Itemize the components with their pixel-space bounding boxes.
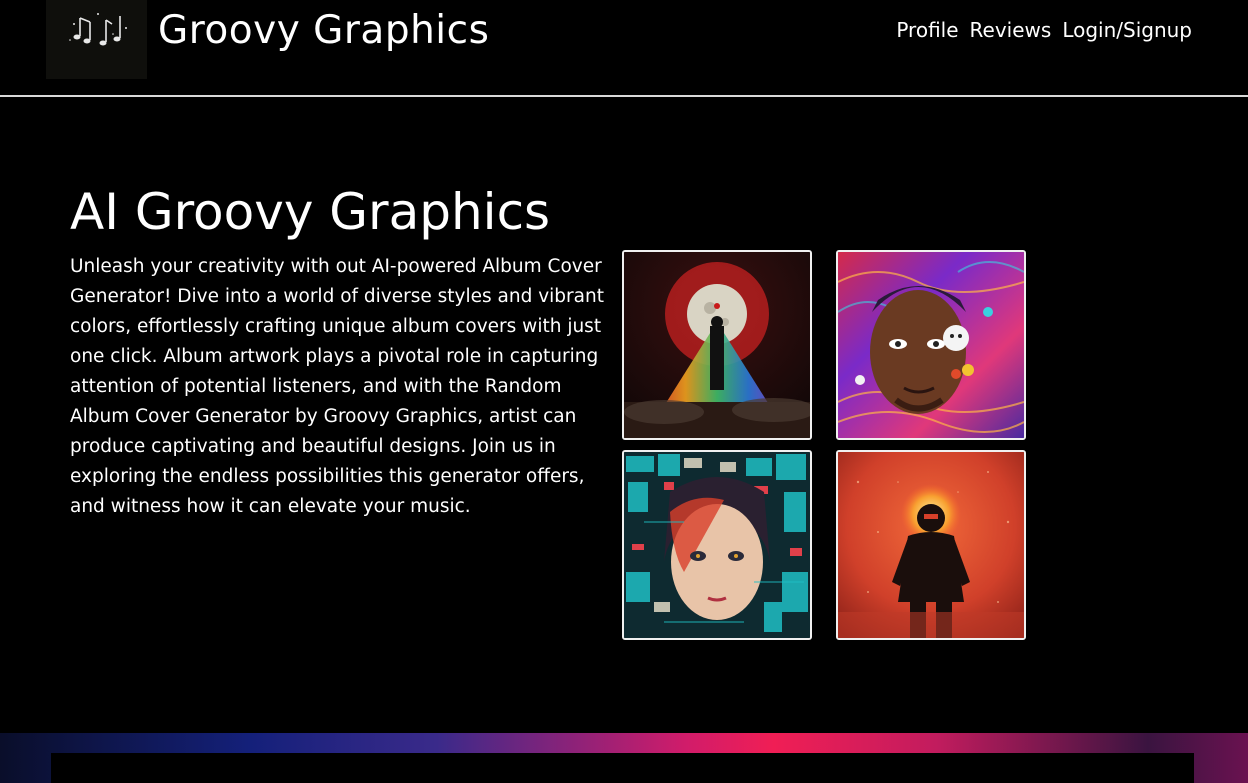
music-notes-icon <box>69 13 127 46</box>
album-cover-4[interactable] <box>836 450 1026 640</box>
hero-title: AI Groovy Graphics <box>70 183 551 241</box>
page: Groovy Graphics Profile Reviews Login/Si… <box>0 0 1248 783</box>
nav-profile-link[interactable]: Profile <box>896 18 958 42</box>
album-cover-psychedelic-portrait <box>838 252 1024 438</box>
album-cover-cyberpunk-girl <box>624 452 810 638</box>
album-cover-moon-figure <box>624 252 810 438</box>
nav-reviews-link[interactable]: Reviews <box>970 18 1052 42</box>
site-title[interactable]: Groovy Graphics <box>158 8 489 53</box>
album-cover-fire-astronaut <box>838 452 1024 638</box>
main-nav: Profile Reviews Login/Signup <box>896 18 1192 42</box>
album-cover-3[interactable] <box>622 450 812 640</box>
album-cover-1[interactable] <box>622 250 812 440</box>
logo[interactable] <box>46 0 147 79</box>
footer-panel <box>51 753 1194 783</box>
site-header: Groovy Graphics Profile Reviews Login/Si… <box>0 0 1248 97</box>
album-cover-2[interactable] <box>836 250 1026 440</box>
hero-description: Unleash your creativity with out AI-powe… <box>70 256 604 517</box>
nav-login-signup-link[interactable]: Login/Signup <box>1062 18 1192 42</box>
